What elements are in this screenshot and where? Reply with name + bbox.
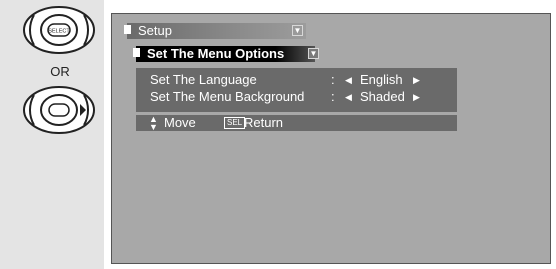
- setting-separator: :: [331, 72, 335, 87]
- sel-key-icon: SEL: [224, 117, 246, 129]
- arrow-left-icon[interactable]: ◀: [345, 89, 352, 105]
- menu-options-bar[interactable]: Set The Menu Options ▼: [133, 46, 319, 62]
- chevron-down-icon: ▼: [308, 48, 319, 59]
- instruction-panel: SELECT OR: [0, 0, 104, 269]
- settings-panel: Set The Language : ◀ English ▶ Set The M…: [136, 68, 457, 112]
- select-button-text: SELECT: [48, 29, 70, 35]
- help-bar: ▲ ▼ Move SEL Return: [136, 114, 457, 132]
- or-label: OR: [50, 64, 70, 79]
- submenu-title: Set The Menu Options: [147, 46, 285, 61]
- remote-select-button-illustration: SELECT: [22, 5, 96, 55]
- menu-marker-icon: [124, 25, 131, 34]
- setup-menu-bar[interactable]: Setup ▼: [124, 23, 306, 39]
- setting-label: Set The Menu Background: [150, 89, 305, 104]
- remote-select-icon: SELECT: [23, 6, 95, 54]
- move-hint: Move: [164, 115, 196, 130]
- setting-separator: :: [331, 89, 335, 104]
- menu-marker-icon: [133, 48, 140, 57]
- setting-label: Set The Language: [150, 72, 257, 87]
- remote-navigation-illustration: [22, 85, 96, 135]
- setting-value: Shaded: [360, 89, 405, 104]
- tv-screen: Setup ▼ Set The Menu Options ▼ Set The L…: [111, 13, 551, 264]
- return-hint: Return: [244, 115, 284, 130]
- arrow-left-icon[interactable]: ◀: [345, 72, 352, 88]
- setting-value: English: [360, 72, 403, 87]
- arrow-right-icon[interactable]: ▶: [413, 72, 420, 88]
- remote-nav-icon: [23, 86, 95, 134]
- up-down-arrows-icon: ▲ ▼: [149, 114, 158, 132]
- chevron-down-icon: ▼: [292, 25, 303, 36]
- arrow-right-icon[interactable]: ▶: [413, 89, 420, 105]
- setup-menu-title: Setup: [138, 23, 172, 38]
